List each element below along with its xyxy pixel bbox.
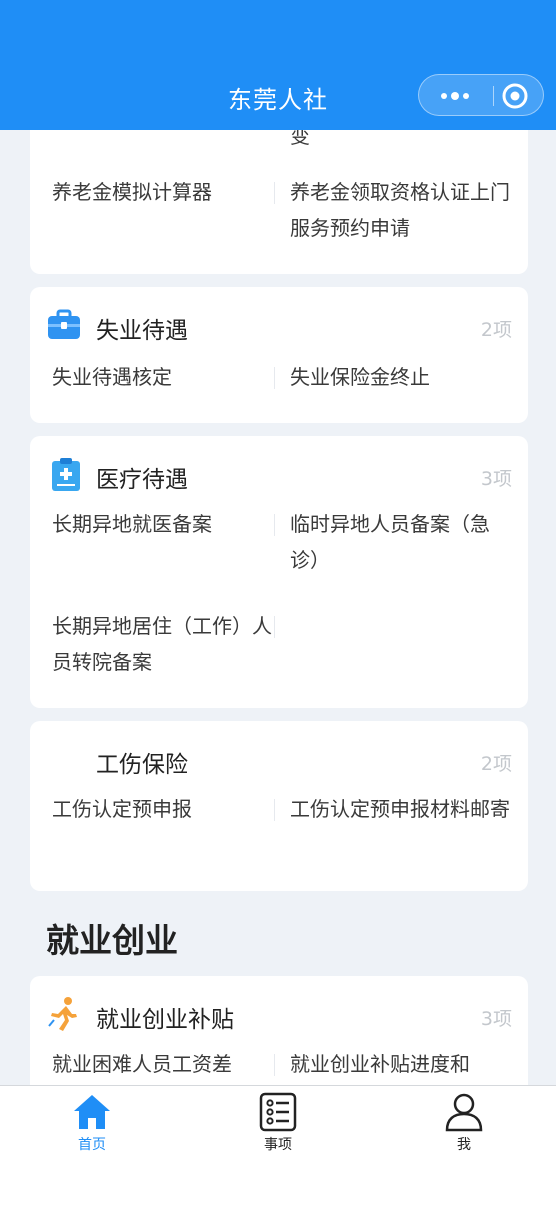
- divider: [274, 1054, 275, 1076]
- divider: [274, 514, 275, 536]
- top-navigation-bar: 东莞人社: [0, 0, 556, 130]
- card-count: 3项: [480, 1008, 512, 1030]
- card-count: 2项: [480, 319, 512, 341]
- item-temporary-emergency[interactable]: 临时异地人员备案（急诊）: [290, 506, 512, 578]
- card-header[interactable]: 工伤保险 2项: [30, 721, 528, 781]
- item-difficult-wage[interactable]: 就业困难人员工资差: [52, 1046, 272, 1082]
- home-icon: [74, 1095, 110, 1129]
- card-header[interactable]: 失业待遇 2项: [30, 287, 528, 347]
- bottom-tab-bar: 首页 事项 我: [0, 1085, 556, 1206]
- item-unemployment-terminate[interactable]: 失业保险金终止: [290, 359, 512, 395]
- item-unemployment-check[interactable]: 失业待遇核定: [52, 359, 272, 395]
- card-work-injury: 工伤保险 2项 工伤认定预申报 工伤认定预申报材料邮寄: [30, 721, 528, 891]
- card-title: 就业创业补贴: [96, 1007, 234, 1033]
- card-title: 失业待遇: [96, 318, 188, 344]
- runner-icon: [48, 997, 77, 1031]
- tab-items[interactable]: 事项: [218, 1086, 338, 1166]
- item-subsidy-progress[interactable]: 就业创业补贴进度和: [290, 1046, 512, 1082]
- item-injury-material-mail[interactable]: 工伤认定预申报材料邮寄: [290, 791, 512, 827]
- briefcase-icon: [48, 309, 80, 339]
- card-header[interactable]: 医疗待遇 3项: [30, 436, 528, 496]
- card-unemployment: 失业待遇 2项 失业待遇核定 失业保险金终止: [30, 287, 528, 423]
- item-injury-pre-application[interactable]: 工伤认定预申报: [52, 791, 272, 827]
- target-circle-icon[interactable]: [501, 82, 529, 110]
- tab-home[interactable]: 首页: [32, 1086, 152, 1166]
- clipboard-medical-icon: [52, 458, 80, 491]
- tab-me[interactable]: 我: [404, 1086, 524, 1166]
- list-icon: [259, 1092, 297, 1132]
- card-title: 医疗待遇: [96, 467, 188, 493]
- card-count: 3项: [480, 468, 512, 490]
- card-count: 2项: [480, 753, 512, 775]
- divider: [274, 182, 275, 204]
- card-title: 工伤保险: [96, 752, 188, 778]
- card-pension: 变 养老金模拟计算器 养老金领取资格认证上门服务预约申请: [30, 112, 528, 274]
- card-employment-subsidy: 就业创业补贴 3项 就业困难人员工资差 就业创业补贴进度和: [30, 976, 528, 1085]
- scroll-content: 变 养老金模拟计算器 养老金领取资格认证上门服务预约申请 失业待遇 2项 失业待…: [0, 0, 556, 1085]
- item-pension-calculator[interactable]: 养老金模拟计算器: [52, 174, 272, 210]
- item-transfer-hospital[interactable]: 长期异地居住（工作）人员转院备案: [52, 608, 272, 680]
- tab-label: 首页: [78, 1137, 106, 1153]
- card-medical: 医疗待遇 3项 长期异地就医备案 临时异地人员备案（急诊） 长期异地居住（工作）…: [30, 436, 528, 708]
- card-header[interactable]: 就业创业补贴 3项: [30, 976, 528, 1036]
- item-pension-qualification[interactable]: 养老金领取资格认证上门服务预约申请: [290, 174, 512, 246]
- tab-label: 我: [457, 1137, 471, 1153]
- more-dots-icon[interactable]: [433, 75, 481, 115]
- divider: [274, 367, 275, 389]
- section-title-employment: 就业创业: [46, 921, 178, 960]
- tab-label: 事项: [264, 1137, 292, 1153]
- divider: [274, 799, 275, 821]
- mini-program-capsule: [418, 74, 544, 116]
- item-long-term-medical[interactable]: 长期异地就医备案: [52, 506, 272, 542]
- user-icon: [445, 1093, 483, 1132]
- divider: [274, 616, 275, 638]
- capsule-divider: [493, 86, 494, 106]
